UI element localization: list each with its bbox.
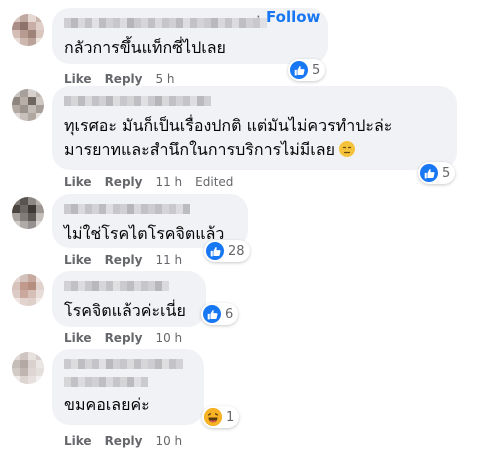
comment-actions: Like Reply 10 h bbox=[64, 434, 195, 448]
commenter-name-blurred[interactable] bbox=[64, 279, 194, 293]
comment-bubble: โรคจิตแล้วค่ะเนี่ย bbox=[52, 271, 206, 327]
timestamp[interactable]: 11 h bbox=[155, 175, 182, 189]
timestamp[interactable]: 11 h bbox=[155, 253, 182, 267]
haha-icon bbox=[204, 408, 222, 426]
reaction-count[interactable]: 28 bbox=[204, 240, 250, 262]
like-button[interactable]: Like bbox=[64, 434, 92, 448]
comment-text-line-2: มารยาทและสำนึกในการบริการไม่มีเลย bbox=[64, 140, 335, 159]
edited-label[interactable]: Edited bbox=[195, 175, 233, 189]
like-button[interactable]: Like bbox=[64, 253, 92, 267]
reaction-count-value: 5 bbox=[442, 165, 451, 181]
reaction-count-value: 1 bbox=[226, 409, 235, 425]
reaction-count[interactable]: 5 bbox=[288, 59, 326, 81]
comment-actions: Like Reply 11 h Edited bbox=[64, 175, 233, 189]
comment-bubble: ทุเรศอะ มันก็เป็นเรื่องปกติ แต่มันไม่ควร… bbox=[52, 86, 457, 170]
avatar[interactable] bbox=[12, 89, 44, 121]
reaction-count-value: 5 bbox=[312, 62, 321, 78]
commenter-name-blurred-line-2 bbox=[64, 375, 192, 389]
reply-button[interactable]: Reply bbox=[105, 175, 143, 189]
comment-actions: Like Reply 10 h bbox=[64, 331, 195, 345]
timestamp[interactable]: 10 h bbox=[155, 331, 182, 345]
like-icon bbox=[203, 305, 221, 323]
timestamp[interactable]: 5 h bbox=[155, 72, 174, 86]
like-button[interactable]: Like bbox=[64, 331, 92, 345]
reaction-count[interactable]: 1 bbox=[202, 406, 240, 428]
follow-separator: · bbox=[256, 8, 261, 26]
commenter-name-blurred[interactable] bbox=[64, 202, 236, 216]
comment-text: กลัวการขึ้นแท็กซี่ไปเลย bbox=[64, 38, 226, 57]
reply-button[interactable]: Reply bbox=[105, 253, 143, 267]
comment-text-line-1: ทุเรศอะ มันก็เป็นเรื่องปกติ แต่มันไม่ควร… bbox=[64, 116, 393, 135]
clipped-previous-comment-fragment bbox=[60, 0, 140, 2]
reaction-count[interactable]: 5 bbox=[418, 162, 456, 184]
like-button[interactable]: Like bbox=[64, 175, 92, 189]
comment-text: โรคจิตแล้วค่ะเนี่ย bbox=[64, 301, 186, 320]
like-icon bbox=[206, 242, 224, 260]
reaction-count[interactable]: 6 bbox=[201, 303, 239, 325]
reply-button[interactable]: Reply bbox=[105, 72, 143, 86]
comment-actions: Like Reply 11 h bbox=[64, 253, 195, 267]
follow-button[interactable]: Follow bbox=[266, 8, 320, 26]
unamused-emoji-icon bbox=[338, 141, 355, 157]
timestamp[interactable]: 10 h bbox=[155, 434, 182, 448]
comment-text: ขมคอเลยค่ะ bbox=[64, 395, 150, 414]
avatar[interactable] bbox=[12, 352, 44, 384]
reaction-count-value: 28 bbox=[228, 243, 245, 259]
reply-button[interactable]: Reply bbox=[105, 434, 143, 448]
like-icon bbox=[290, 61, 308, 79]
reply-button[interactable]: Reply bbox=[105, 331, 143, 345]
commenter-name-blurred[interactable] bbox=[64, 357, 192, 371]
like-button[interactable]: Like bbox=[64, 72, 92, 86]
reaction-count-value: 6 bbox=[225, 306, 234, 322]
like-icon bbox=[420, 164, 438, 182]
avatar[interactable] bbox=[12, 274, 44, 306]
comment-bubble: ขมคอเลยค่ะ bbox=[52, 349, 204, 425]
avatar[interactable] bbox=[12, 197, 44, 229]
comment-actions: Like Reply 5 h bbox=[64, 72, 188, 86]
avatar[interactable] bbox=[12, 14, 44, 46]
commenter-name-blurred[interactable] bbox=[64, 94, 445, 108]
